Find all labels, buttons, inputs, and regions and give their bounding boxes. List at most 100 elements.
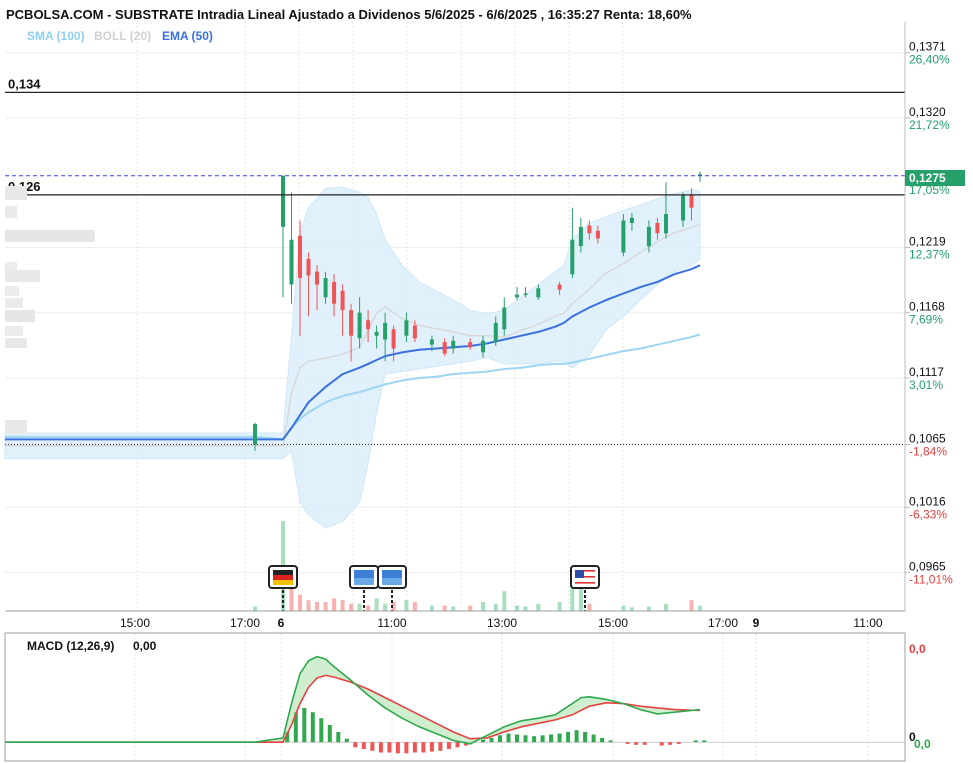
volume-bar [306, 600, 311, 611]
candle-body [412, 325, 417, 339]
candle-body [253, 424, 257, 445]
macd-histogram-bar [506, 733, 511, 743]
macd-histogram-bar [642, 742, 647, 745]
candle-body [298, 235, 302, 279]
macd-histogram-bar [515, 734, 519, 743]
macd-histogram-bar [446, 742, 451, 749]
candle-body [349, 310, 354, 336]
volume-bar [412, 602, 417, 611]
macd-histogram-bar [438, 742, 443, 751]
candle-body [621, 220, 626, 253]
chart-canvas: PCBOLSA.COM - SUBSTRATE Intradia Lineal … [0, 0, 973, 763]
macd-histogram-bar [310, 712, 315, 743]
candle-body [357, 312, 362, 339]
macd-histogram-bar [481, 739, 485, 743]
macd-histogram-bar [702, 740, 707, 743]
candle-body [404, 320, 409, 336]
macd-histogram-bar [378, 742, 383, 753]
macd-histogram-bar [455, 742, 460, 748]
candle-body [595, 230, 600, 239]
volume-bar [366, 605, 371, 611]
macd-histogram-bar [395, 742, 400, 754]
volume-bar [429, 605, 434, 611]
candle-body [383, 322, 388, 340]
volume-bar [557, 602, 562, 611]
macd-histogram-bar [574, 730, 579, 743]
y-tick-price: 0,1065 [909, 432, 946, 446]
volume-bar [629, 607, 634, 611]
reference-line-label: 0,134 [8, 76, 41, 91]
candle-body [536, 288, 541, 298]
macd-histogram-bar [421, 742, 426, 753]
volume-bar [298, 594, 302, 611]
volume-bar [374, 598, 379, 611]
volume-bar [383, 603, 388, 611]
candle-body [442, 342, 447, 354]
macd-value: 0,00 [133, 639, 157, 653]
candle-body [681, 194, 685, 221]
candle-body [332, 281, 337, 304]
candle-body [664, 214, 668, 234]
x-tick-label: 15:00 [120, 616, 150, 630]
chart-title: PCBOLSA.COM - SUBSTRATE Intradia Lineal … [6, 7, 692, 22]
macd-histogram-bar [693, 740, 698, 743]
x-tick-label: 17:00 [230, 616, 260, 630]
y-tick-pct: -1,84% [909, 445, 947, 459]
y-tick-pct: 3,01% [909, 378, 943, 392]
volume-bar [689, 600, 694, 611]
candle-body [391, 329, 396, 349]
y-tick-price: 0,1117 [909, 365, 944, 379]
volume-bar [332, 598, 337, 611]
y-tick-price: 0,0965 [909, 560, 946, 574]
x-tick-label: 6 [278, 616, 285, 630]
candle-body [689, 194, 694, 208]
volume-bar [493, 603, 498, 611]
macd-histogram-bar [387, 742, 392, 753]
volume-bar [404, 600, 409, 611]
y-tick-pct: 21,72% [909, 118, 950, 132]
candle-body [570, 239, 575, 275]
x-tick-label: 13:00 [487, 616, 517, 630]
macd-axis-top: 0,0 [909, 642, 926, 656]
y-tick-price: 0,1016 [909, 494, 946, 508]
macd-histogram-bar [302, 707, 307, 743]
y-tick-pct: -11,01% [909, 573, 953, 587]
x-tick-label: 11:00 [853, 616, 882, 630]
y-tick-price: 0,1219 [909, 234, 946, 248]
candle-body [481, 340, 485, 353]
volume-bar [698, 605, 702, 611]
macd-axis-bottom: 0,0 [914, 737, 931, 751]
volume-bar [442, 605, 447, 611]
macd-histogram-bar [625, 742, 630, 744]
candle-body [306, 258, 311, 276]
candle-body [468, 342, 473, 348]
candle-body [502, 307, 507, 330]
legend-boll: BOLL (20) [94, 29, 151, 43]
macd-histogram-bar [591, 734, 596, 743]
macd-histogram-bar [566, 731, 571, 743]
y-tick-price: 0,1168 [909, 300, 945, 314]
macd-histogram-bar [583, 731, 588, 743]
macd-histogram-bar [319, 718, 324, 743]
macd-histogram-bar [532, 736, 537, 743]
y-tick-pct: 26,40% [909, 53, 950, 67]
volume-bar [536, 603, 541, 611]
x-tick-label: 15:00 [598, 616, 628, 630]
macd-histogram-bar [549, 734, 554, 743]
x-tick-label: 9 [753, 616, 760, 630]
y-tick-pct: 12,37% [909, 247, 950, 261]
macd-histogram-bar [344, 738, 349, 743]
candle-body [646, 226, 651, 247]
candle-body [323, 278, 328, 298]
volume-bar [357, 603, 362, 611]
volume-bar [621, 605, 626, 611]
volume-bar [646, 606, 651, 611]
macd-histogram-bar [659, 742, 664, 746]
candle-body [374, 331, 379, 336]
candle-body [281, 175, 285, 227]
volume-bar [664, 603, 668, 611]
macd-histogram-bar [336, 731, 341, 743]
macd-histogram-bar [489, 737, 494, 743]
volume-bar [468, 605, 473, 611]
candle-body [315, 271, 319, 285]
